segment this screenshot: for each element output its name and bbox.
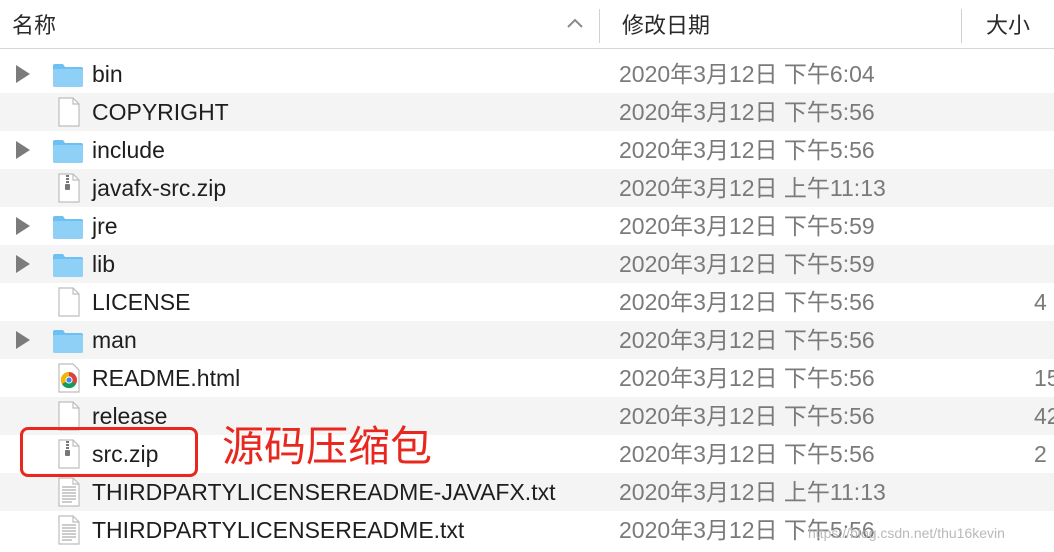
file-row[interactable]: bin 2020年3月12日 下午6:04	[0, 55, 1054, 93]
file-size: 15	[1034, 365, 1054, 391]
text-file-icon	[52, 477, 84, 507]
file-size: 4	[1034, 289, 1047, 315]
annotation-label: 源码压缩包	[222, 422, 433, 471]
folder-icon	[52, 211, 84, 241]
disclosure-triangle-icon[interactable]	[16, 217, 30, 235]
file-name: README.html	[92, 365, 241, 391]
text-file-icon	[52, 515, 84, 545]
file-name: COPYRIGHT	[92, 99, 229, 125]
zip-file-icon	[52, 173, 84, 203]
folder-icon	[52, 249, 84, 279]
file-name: THIRDPARTYLICENSEREADME-JAVAFX.txt	[92, 479, 556, 505]
column-header-date-modified[interactable]: 修改日期	[622, 0, 710, 48]
file-date-modified: 2020年3月12日 下午5:59	[619, 251, 875, 277]
file-row[interactable]: include 2020年3月12日 下午5:56	[0, 131, 1054, 169]
file-date-modified: 2020年3月12日 上午11:13	[619, 175, 886, 201]
file-row[interactable]: javafx-src.zip 2020年3月12日 上午11:13	[0, 169, 1054, 207]
file-row[interactable]: COPYRIGHT 2020年3月12日 下午5:56	[0, 93, 1054, 131]
file-name: THIRDPARTYLICENSEREADME.txt	[92, 517, 465, 543]
column-header-size[interactable]: 大小	[986, 0, 1030, 48]
file-date-modified: 2020年3月12日 下午5:56	[619, 289, 875, 315]
file-row[interactable]: man 2020年3月12日 下午5:56	[0, 321, 1054, 359]
file-date-modified: 2020年3月12日 下午5:56	[619, 327, 875, 353]
disclosure-triangle-icon[interactable]	[16, 255, 30, 273]
file-date-modified: 2020年3月12日 下午5:59	[619, 213, 875, 239]
folder-icon	[52, 59, 84, 89]
file-row[interactable]: THIRDPARTYLICENSEREADME-JAVAFX.txt 2020年3…	[0, 473, 1054, 511]
file-row[interactable]: jre 2020年3月12日 下午5:59	[0, 207, 1054, 245]
column-header-bar: 名称 修改日期 大小	[0, 0, 1054, 49]
document-icon	[52, 287, 84, 317]
file-name: LICENSE	[92, 289, 191, 315]
folder-icon	[52, 325, 84, 355]
disclosure-triangle-icon[interactable]	[16, 331, 30, 349]
disclosure-triangle-icon[interactable]	[16, 65, 30, 83]
column-divider[interactable]	[599, 9, 600, 43]
highlight-box	[20, 427, 198, 477]
file-name: bin	[92, 61, 123, 87]
file-date-modified: 2020年3月12日 下午6:04	[619, 61, 875, 87]
file-name: javafx-src.zip	[92, 175, 227, 201]
file-row[interactable]: lib 2020年3月12日 下午5:59	[0, 245, 1054, 283]
document-icon	[52, 97, 84, 127]
file-date-modified: 2020年3月12日 下午5:56	[619, 137, 875, 163]
watermark: https://blog.csdn.net/thu16kevin	[808, 525, 1005, 541]
file-name: include	[92, 137, 165, 163]
file-size: 42	[1034, 403, 1054, 429]
column-header-name[interactable]: 名称	[12, 0, 56, 48]
file-row[interactable]: README.html 2020年3月12日 下午5:56 15	[0, 359, 1054, 397]
file-date-modified: 2020年3月12日 下午5:56	[619, 403, 875, 429]
file-row[interactable]: LICENSE 2020年3月12日 下午5:56 4	[0, 283, 1054, 321]
sort-ascending-icon[interactable]	[566, 16, 584, 30]
file-date-modified: 2020年3月12日 下午5:56	[619, 441, 875, 467]
file-date-modified: 2020年3月12日 上午11:13	[619, 479, 886, 505]
disclosure-triangle-icon[interactable]	[16, 141, 30, 159]
column-divider[interactable]	[961, 9, 962, 43]
file-name: jre	[92, 213, 118, 239]
file-date-modified: 2020年3月12日 下午5:56	[619, 365, 875, 391]
chrome-html-icon	[52, 363, 84, 393]
folder-icon	[52, 135, 84, 165]
file-size: 2	[1034, 441, 1047, 467]
file-name: man	[92, 327, 137, 353]
file-date-modified: 2020年3月12日 下午5:56	[619, 99, 875, 125]
file-name: lib	[92, 251, 116, 277]
